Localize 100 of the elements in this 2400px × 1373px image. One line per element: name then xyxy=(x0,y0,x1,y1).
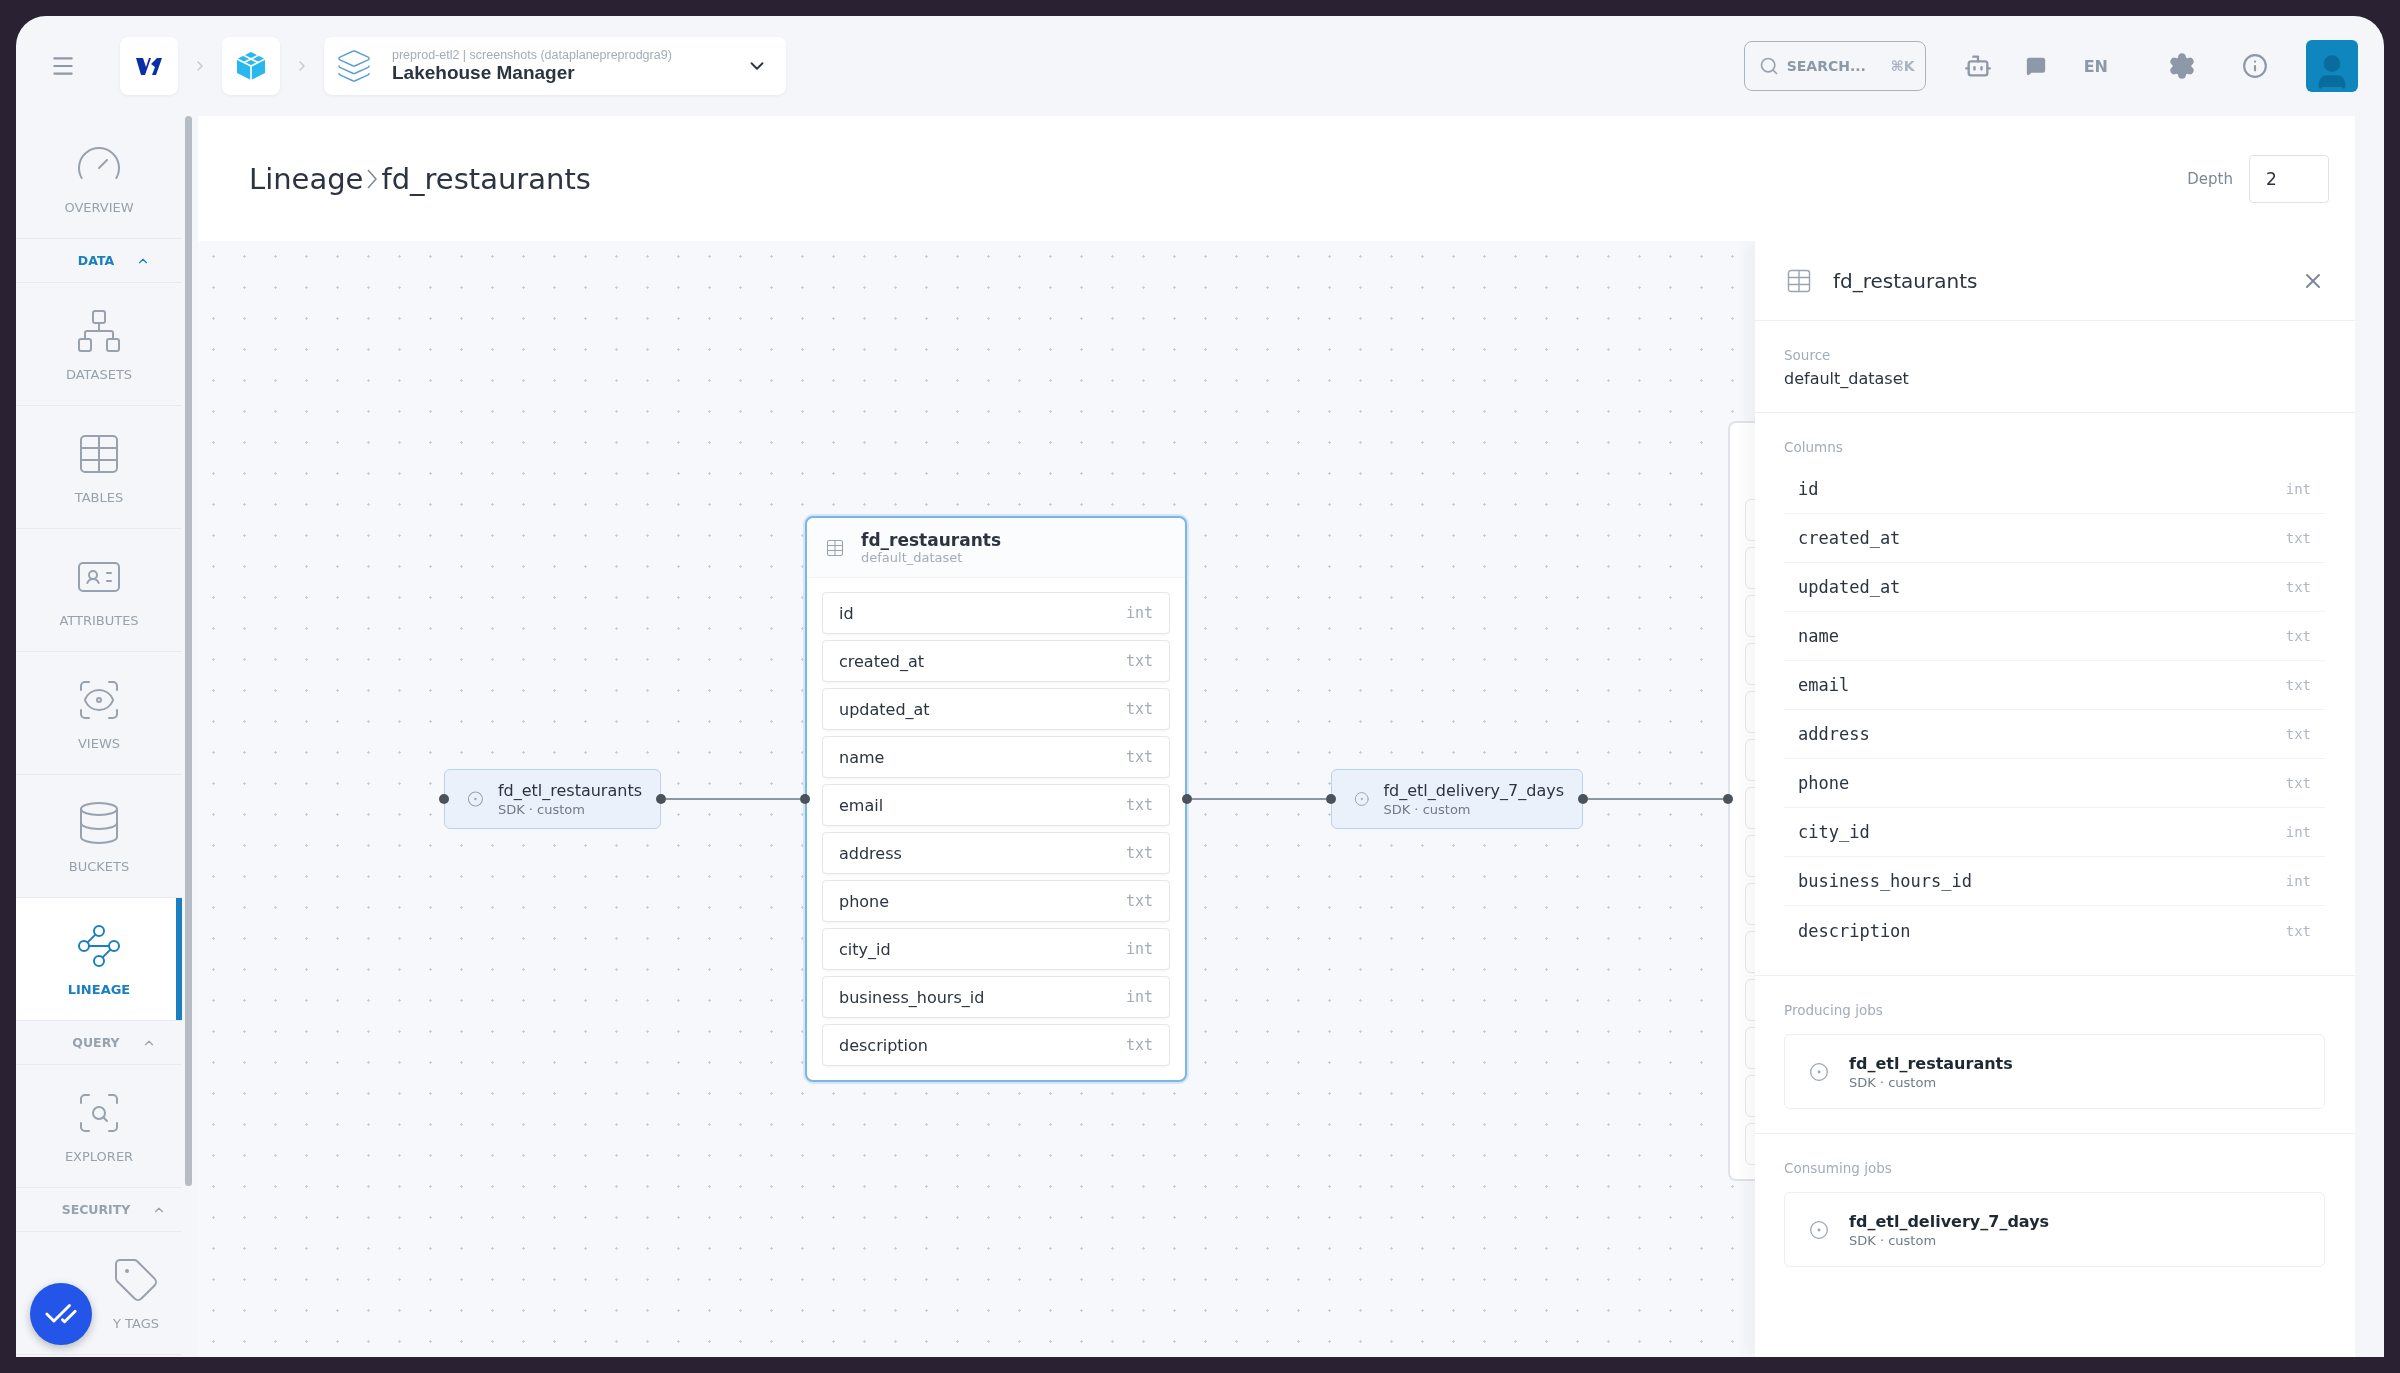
connection-handle[interactable] xyxy=(656,794,666,804)
column-type: txt xyxy=(1125,652,1153,670)
column-name: updated_at xyxy=(839,699,930,719)
sidebar-item[interactable]: DATASETS xyxy=(16,283,182,406)
column-type: txt xyxy=(2285,922,2311,939)
connection-handle[interactable] xyxy=(1182,794,1192,804)
node-title: fd_restaurants xyxy=(861,530,1001,550)
column-type: txt xyxy=(1125,844,1153,862)
column-type: txt xyxy=(2285,530,2311,546)
project-context: preprod-etl2 | screenshots (dataplanepreprodgra9) xyxy=(392,48,673,62)
column-name: description xyxy=(1798,920,1911,941)
job-meta: SDK · custom xyxy=(1383,802,1472,817)
panel-title: fd_restaurants xyxy=(1833,268,1979,293)
column-name: address xyxy=(1798,724,1870,744)
column-type: int xyxy=(1125,604,1153,622)
column-name: name xyxy=(839,747,885,767)
job-node[interactable]: fd_etl_restaurants SDK · custom xyxy=(444,769,661,829)
search-field[interactable]: SEARCH... ⌘K xyxy=(1743,41,1926,91)
job-icon xyxy=(1354,790,1370,808)
connection-handle[interactable] xyxy=(1723,794,1733,804)
chat-button[interactable] xyxy=(30,1283,92,1345)
section-label: Consuming jobs xyxy=(1784,1160,1893,1176)
column-name: id xyxy=(1798,479,1819,499)
job-name: fd_etl_delivery_7_days xyxy=(1849,1211,2050,1231)
section-header[interactable]: QUERY xyxy=(16,1021,182,1065)
project-dropdown[interactable]: preprod-etl2 | screenshots (dataplanepreprodgra9) Lakehouse Manager xyxy=(324,37,786,95)
job-name: fd_etl_delivery_7_days xyxy=(1383,781,1564,800)
connection-handle[interactable] xyxy=(800,794,810,804)
column-name: business_hours_id xyxy=(1798,871,1972,891)
table-node[interactable]: fd_restaurants default_dataset id int created_at txt updated_at txt name txt email txt address txt phone txt city_id int business_hours_id int description txt xyxy=(805,516,1187,1082)
column-type: txt xyxy=(1125,700,1153,718)
job-icon xyxy=(1809,1219,1829,1240)
column-name: phone xyxy=(1798,773,1850,793)
column-type: txt xyxy=(2285,628,2311,644)
column-type: int xyxy=(2285,481,2311,497)
job-icon xyxy=(1809,1061,1829,1082)
job-meta: SDK · custom xyxy=(1849,1232,1938,1248)
column-type: txt xyxy=(2285,579,2311,595)
column-name: updated_at xyxy=(1798,577,1901,597)
sidebar-item[interactable]: TABLES xyxy=(16,406,182,529)
node-source: default_dataset xyxy=(861,550,964,565)
job-card[interactable]: fd_etl_delivery_7_days SDK · custom xyxy=(1784,1192,2325,1267)
column-name: description xyxy=(839,1035,928,1055)
job-icon xyxy=(467,790,484,808)
page-title: Lineage xyxy=(249,161,364,196)
sidebar-item[interactable]: VIEWS xyxy=(16,652,182,775)
section-label: Source xyxy=(1784,347,1832,363)
column-type: txt xyxy=(2285,775,2311,791)
job-name: fd_etl_restaurants xyxy=(1849,1053,2013,1073)
shortcut-hint: ⌘K xyxy=(1890,58,1915,74)
sidebar-item[interactable]: OVERVIEW xyxy=(16,116,182,239)
breadcrumb-chevron-icon xyxy=(367,168,378,189)
connection-handle[interactable] xyxy=(439,794,449,804)
info-icon[interactable] xyxy=(2242,53,2268,79)
source-value: default_dataset xyxy=(1784,369,1910,388)
column-name: business_hours_id xyxy=(839,987,985,1007)
cube-button[interactable] xyxy=(222,37,280,95)
sidebar-item[interactable]: ATTRIBUTES xyxy=(16,529,182,652)
column-type: txt xyxy=(1125,892,1153,910)
layers-icon xyxy=(336,48,372,84)
column-name: name xyxy=(1798,626,1839,646)
language-button[interactable]: EN xyxy=(2059,56,2132,76)
column-type: txt xyxy=(2285,677,2311,693)
table-icon xyxy=(825,537,845,558)
job-node[interactable]: fd_etl_delivery_7_days SDK · custom xyxy=(1331,769,1583,829)
connection-handle[interactable] xyxy=(1578,794,1588,804)
column-type: int xyxy=(2285,873,2311,889)
column-type: int xyxy=(1125,988,1153,1006)
column-name: address xyxy=(839,843,902,863)
table-node[interactable] xyxy=(1728,421,1758,1181)
depth-label: Depth xyxy=(2187,169,2233,188)
column-name: city_id xyxy=(839,939,891,959)
column-type: txt xyxy=(1125,1036,1153,1054)
search-icon xyxy=(1758,56,1779,76)
column-name: email xyxy=(1798,675,1850,695)
column-name: created_at xyxy=(839,651,925,671)
column-type: int xyxy=(1125,940,1153,958)
column-name: id xyxy=(839,603,854,623)
job-name: fd_etl_restaurants xyxy=(497,781,642,800)
section-header[interactable]: SECURITY xyxy=(16,1188,182,1232)
column-name: created_at xyxy=(1798,528,1901,548)
sidebar-item[interactable]: EXPLORER xyxy=(16,1065,182,1188)
scrollbar[interactable] xyxy=(185,116,192,1186)
column-name: city_id xyxy=(1798,822,1870,842)
connection-handle[interactable] xyxy=(1326,794,1336,804)
job-card[interactable]: fd_etl_restaurants SDK · custom xyxy=(1784,1034,2325,1109)
chat-icon[interactable] xyxy=(2025,56,2046,76)
cube-icon xyxy=(234,50,268,82)
section-label: Producing jobs xyxy=(1784,1002,1884,1018)
logo-button[interactable] xyxy=(120,37,178,95)
column-type: txt xyxy=(1125,796,1153,814)
breadcrumb-current: fd_restaurants xyxy=(381,161,591,196)
column-name: phone xyxy=(839,891,890,911)
search-input[interactable]: SEARCH... xyxy=(1786,58,1877,74)
sidebar-item[interactable]: LINEAGE xyxy=(16,898,182,1021)
column-type: txt xyxy=(1125,748,1153,766)
job-meta: SDK · custom xyxy=(497,802,586,817)
depth-field[interactable]: 2 xyxy=(2249,154,2329,203)
column-type: int xyxy=(2285,824,2311,840)
section-header[interactable]: DATA xyxy=(16,239,182,283)
